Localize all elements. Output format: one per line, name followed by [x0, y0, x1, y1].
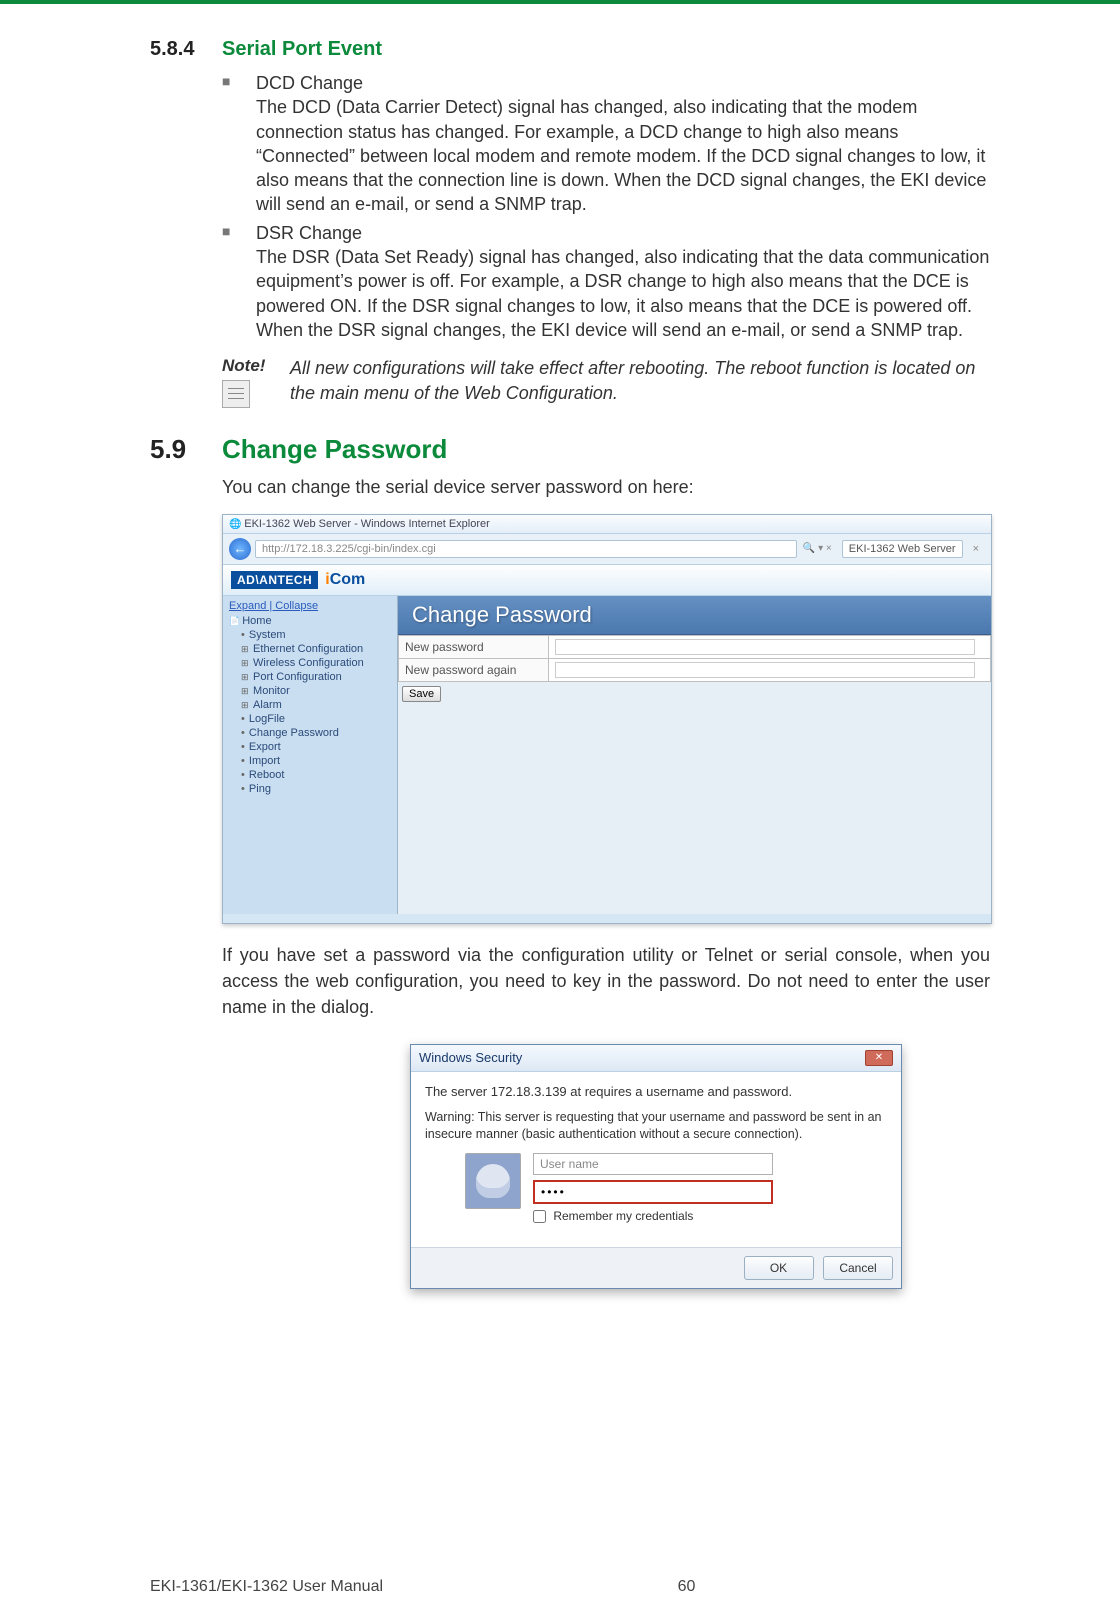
tree-port[interactable]: Port Configuration	[229, 670, 391, 684]
bullet-dcd: ■ DCD Change The DCD (Data Carrier Detec…	[222, 71, 990, 217]
bullet-dsr: ■ DSR Change The DSR (Data Set Ready) si…	[222, 221, 990, 342]
section-59-title: Change Password	[222, 434, 447, 465]
tree-import[interactable]: Import	[229, 754, 391, 768]
tree-ethernet[interactable]: Ethernet Configuration	[229, 642, 391, 656]
square-bullet-icon: ■	[222, 71, 256, 217]
password-input[interactable]: ••••	[533, 1180, 773, 1204]
address-bar[interactable]: http://172.18.3.225/cgi-bin/index.cgi	[255, 540, 797, 558]
tree-reboot[interactable]: Reboot	[229, 768, 391, 782]
bullet-dcd-body: The DCD (Data Carrier Detect) signal has…	[256, 97, 986, 214]
bullet-dsr-title: DSR Change	[256, 221, 990, 245]
section-59-after: If you have set a password via the confi…	[222, 942, 990, 1020]
tree-home[interactable]: Home	[229, 614, 391, 628]
input-new-password-again[interactable]	[555, 662, 975, 678]
note-label: Note!	[222, 356, 290, 376]
brand-bar: AD\ANTECH iCom	[223, 565, 991, 596]
bullet-dcd-title: DCD Change	[256, 71, 990, 95]
tree-monitor[interactable]: Monitor	[229, 684, 391, 698]
browser-screenshot: EKI-1362 Web Server - Windows Internet E…	[222, 514, 992, 924]
advantech-logo: AD\ANTECH	[231, 571, 318, 589]
tree-system[interactable]: System	[229, 628, 391, 642]
browser-tab[interactable]: EKI-1362 Web Server	[842, 540, 963, 558]
tree-logfile[interactable]: LogFile	[229, 712, 391, 726]
windows-security-dialog: Windows Security ✕ The server 172.18.3.1…	[410, 1044, 902, 1289]
icom-logo: iCom	[325, 571, 365, 588]
square-bullet-icon: ■	[222, 221, 256, 342]
note-block: Note! All new configurations will take e…	[222, 356, 990, 408]
browser-tab-label: EKI-1362 Web Server	[849, 543, 956, 555]
tree-alarm[interactable]: Alarm	[229, 698, 391, 712]
address-url: http://172.18.3.225/cgi-bin/index.cgi	[262, 543, 436, 555]
bullet-dsr-body: The DSR (Data Set Ready) signal has chan…	[256, 247, 989, 340]
avatar-icon	[465, 1153, 521, 1209]
tree-export[interactable]: Export	[229, 740, 391, 754]
remember-checkbox-box[interactable]	[533, 1210, 546, 1223]
refresh-search-icons[interactable]: 🔍 ▾ ×	[801, 543, 834, 554]
note-text: All new configurations will take effect …	[290, 356, 990, 408]
username-input[interactable]: User name	[533, 1153, 773, 1175]
save-button[interactable]: Save	[402, 686, 441, 702]
dialog-message: The server 172.18.3.139 at requires a us…	[425, 1084, 887, 1099]
panel-heading: Change Password	[398, 596, 991, 635]
label-new-password-again: New password again	[399, 658, 549, 681]
section-59-intro: You can change the serial device server …	[222, 475, 990, 499]
close-icon[interactable]: ✕	[865, 1050, 893, 1066]
tab-close-icon[interactable]: ×	[967, 543, 985, 555]
ok-button[interactable]: OK	[744, 1256, 814, 1280]
expand-link[interactable]: Expand | Collapse	[229, 600, 318, 612]
tree-ping[interactable]: Ping	[229, 782, 391, 796]
nav-sidebar: Expand | Collapse Home System Ethernet C…	[223, 596, 398, 914]
tree-wireless[interactable]: Wireless Configuration	[229, 656, 391, 670]
password-form: New password New password again	[398, 635, 991, 682]
document-icon	[222, 380, 250, 408]
dialog-warning: Warning: This server is requesting that …	[425, 1109, 887, 1143]
main-panel: Change Password New password New passwor…	[398, 596, 991, 914]
input-new-password[interactable]	[555, 639, 975, 655]
section-584-num: 5.8.4	[150, 38, 222, 61]
remember-checkbox[interactable]: Remember my credentials	[533, 1209, 693, 1223]
back-button-icon[interactable]: ←	[229, 538, 251, 560]
footer-page-number: 60	[383, 1578, 990, 1596]
label-new-password: New password	[399, 635, 549, 658]
section-584-title: Serial Port Event	[222, 38, 382, 61]
remember-label: Remember my credentials	[553, 1209, 693, 1223]
browser-window-title: EKI-1362 Web Server - Windows Internet E…	[223, 515, 991, 534]
tree-changepw[interactable]: Change Password	[229, 726, 391, 740]
section-59-num: 5.9	[150, 434, 222, 465]
dialog-title: Windows Security	[419, 1050, 522, 1066]
page-footer: EKI-1361/EKI-1362 User Manual 60	[150, 1578, 990, 1596]
cancel-button[interactable]: Cancel	[823, 1256, 893, 1280]
footer-doc-name: EKI-1361/EKI-1362 User Manual	[150, 1578, 383, 1596]
